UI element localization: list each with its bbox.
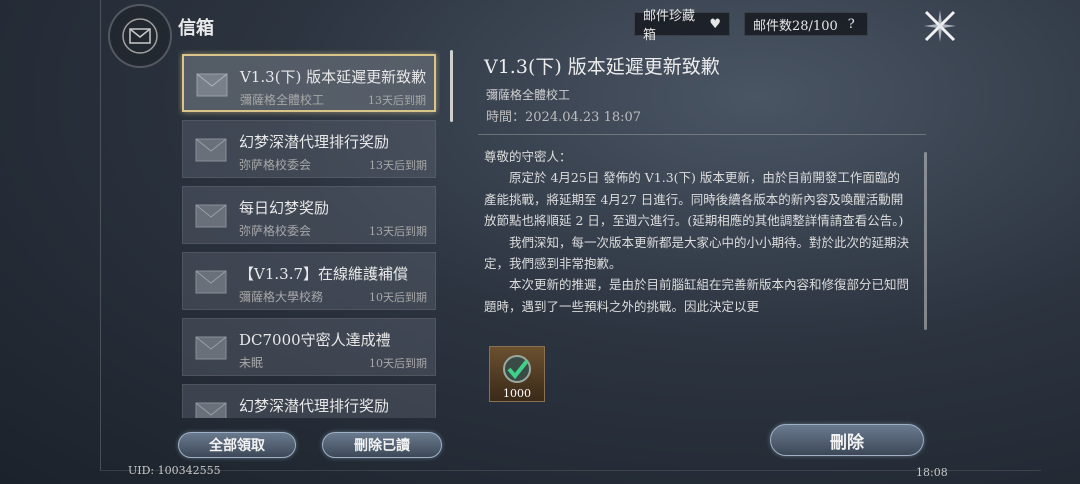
envelope-icon [195, 204, 227, 228]
envelope-icon [195, 402, 227, 418]
help-icon[interactable]: ? [848, 17, 855, 32]
mail-title: DC7000守密人達成禮 [239, 331, 391, 349]
envelope-icon [195, 270, 227, 294]
uid-label: UID: 100342555 [128, 464, 221, 477]
mail-sender: 彌薩格全體校工 [240, 93, 325, 107]
delete-button[interactable]: 刪除 [770, 424, 924, 456]
collection-button[interactable]: 邮件珍藏箱 ♥ [634, 9, 730, 43]
body-paragraph: 原定於 4月25日 發佈的 V1.3(下) 版本更新，由於目前開發工作面臨的產能… [484, 170, 904, 229]
detail-body: 尊敬的守密人： 原定於 4月25日 發佈的 V1.3(下) 版本更新，由於目前開… [484, 146, 910, 332]
mail-title: 幻梦深潜代理排行奖励 [239, 397, 390, 415]
mail-expire: 13天后到期 [368, 94, 426, 107]
mail-item[interactable]: 幻梦深潜代理排行奖励 [182, 384, 436, 418]
mail-sender: 弥萨格校委会 [239, 224, 312, 238]
page-title: 信箱 [178, 18, 214, 39]
mail-list: V1.3(下) 版本延遲更新致歉 彌薩格全體校工 13天后到期 幻梦深潜代理排行… [178, 50, 440, 418]
mail-item[interactable]: 【V1.3.7】在線維護補償 彌薩格大學校務 10天后到期 [182, 252, 436, 310]
mail-title: 幻梦深潜代理排行奖励 [239, 133, 390, 151]
mail-item[interactable]: DC7000守密人達成禮 未眠 10天后到期 [182, 318, 436, 376]
detail-title: V1.3(下) 版本延遲更新致歉 [484, 56, 720, 78]
detail-sender: 彌薩格全體校工 [486, 88, 571, 102]
mail-sender: 彌薩格大學校務 [239, 290, 324, 304]
mail-item[interactable]: 每日幻梦奖励 弥萨格校委会 13天后到期 [182, 186, 436, 244]
mail-expire: 13天后到期 [369, 225, 427, 238]
close-button[interactable] [918, 4, 962, 48]
collection-label: 邮件珍藏箱 [643, 9, 696, 43]
mail-expire: 10天后到期 [369, 357, 427, 370]
detail-time: 時間：2024.04.23 18:07 [486, 110, 642, 125]
body-greeting: 尊敬的守密人： [484, 149, 572, 164]
mail-emblem-icon [108, 4, 172, 68]
envelope-icon [195, 336, 227, 360]
mail-count-label: 邮件数28/100 [753, 18, 838, 34]
attachment-count: 1000 [503, 387, 531, 400]
mail-expire: 13天后到期 [369, 159, 427, 172]
envelope-icon [195, 138, 227, 162]
attachment-item[interactable]: 1000 [489, 346, 545, 402]
mail-count-badge: 邮件数28/100 ? [744, 12, 868, 36]
mail-title: 每日幻梦奖励 [239, 199, 330, 217]
mail-sender: 未眠 [239, 356, 264, 370]
mail-list-scrollbar[interactable] [450, 50, 453, 122]
mail-title: V1.3(下) 版本延遲更新致歉 [240, 68, 427, 86]
claim-all-button[interactable]: 全部領取 [178, 432, 296, 458]
mail-item[interactable]: V1.3(下) 版本延遲更新致歉 彌薩格全體校工 13天后到期 [182, 54, 436, 112]
mail-item[interactable]: 幻梦深潜代理排行奖励 弥萨格校委会 13天后到期 [182, 120, 436, 178]
mail-title: 【V1.3.7】在線維護補償 [239, 265, 408, 283]
heart-icon: ♥ [709, 16, 721, 32]
detail-scrollbar[interactable] [924, 152, 927, 330]
mail-sender: 弥萨格校委会 [239, 158, 312, 172]
check-badge-icon [503, 355, 531, 383]
delete-read-button[interactable]: 刪除已讀 [322, 432, 442, 458]
envelope-icon [196, 73, 228, 97]
close-icon [924, 10, 956, 42]
clock-label: 18:08 [916, 466, 948, 479]
mail-expire: 10天后到期 [369, 291, 427, 304]
body-paragraph: 我們深知，每一次版本更新都是大家心中的小小期待。對於此次的延期決定，我們感到非常… [484, 234, 910, 272]
divider [478, 134, 926, 135]
body-paragraph: 本次更新的推遲，是由於目前腦缸組在完善新版本內容和修復部分已知問題時，遇到了一些… [484, 277, 910, 314]
